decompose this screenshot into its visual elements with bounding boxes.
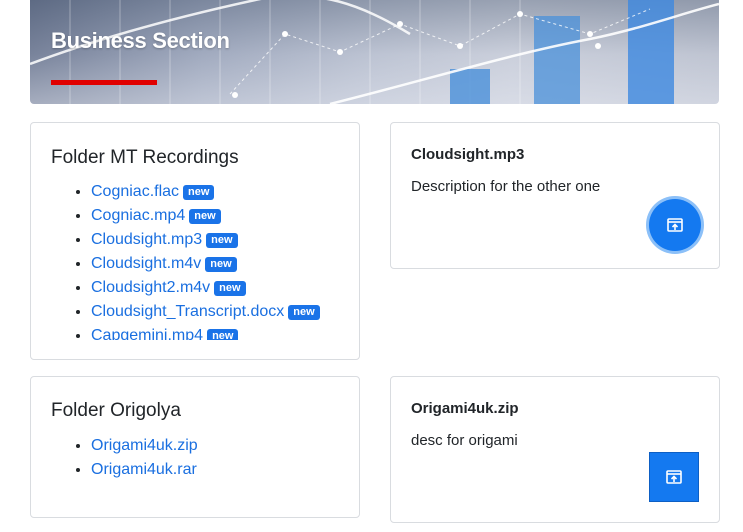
list-item: Cloudsight.mp3 new <box>91 228 349 252</box>
file-link[interactable]: Origami4uk.rar <box>91 461 197 478</box>
banner-title-underline <box>51 80 157 85</box>
new-badge: new <box>183 185 215 200</box>
folder-file-list: Origami4uk.zip Origami4uk.rar <box>51 434 349 484</box>
list-item: Capgemini.mp4 new <box>91 324 349 340</box>
file-detail-card: Cloudsight.mp3 Description for the other… <box>390 122 720 269</box>
folder-card-mt-recordings: Folder MT Recordings Cogniac.flac new Cog… <box>30 122 360 360</box>
file-link[interactable]: Origami4uk.zip <box>91 437 198 454</box>
banner-title: Business Section <box>51 28 230 53</box>
list-item: Cogniac.mp4 new <box>91 204 349 228</box>
file-link[interactable]: Cloudsight.mp3 <box>91 231 202 248</box>
new-badge: new <box>214 281 246 296</box>
folder-file-list[interactable]: Cogniac.flac new Cogniac.mp4 new Cloudsigh… <box>51 180 349 340</box>
file-detail-name: Origami4uk.zip <box>411 400 519 417</box>
new-badge: new <box>205 257 237 272</box>
file-detail-name: Cloudsight.mp3 <box>411 146 525 163</box>
open-external-icon <box>667 218 683 232</box>
new-badge: new <box>206 233 238 248</box>
open-file-button[interactable] <box>649 452 699 502</box>
new-badge: new <box>288 305 320 320</box>
list-item: Cloudsight.m4v new <box>91 252 349 276</box>
file-link[interactable]: Cogniac.flac <box>91 183 179 200</box>
new-badge: new <box>189 209 221 224</box>
business-banner: Business Section <box>30 0 719 104</box>
new-badge: new <box>207 329 239 340</box>
list-item: Cloudsight_Transcript.docx new <box>91 300 349 324</box>
file-link[interactable]: Cogniac.mp4 <box>91 207 185 224</box>
file-link[interactable]: Cloudsight_Transcript.docx <box>91 303 284 320</box>
list-item: Cloudsight2.m4v new <box>91 276 349 300</box>
file-detail-description: Description for the other one <box>411 178 601 195</box>
list-item: Origami4uk.zip <box>91 434 349 458</box>
file-link[interactable]: Cloudsight2.m4v <box>91 279 210 296</box>
folder-title: Folder MT Recordings <box>51 147 239 168</box>
folder-card-origolya: Folder Origolya Origami4uk.zip Origami4u… <box>30 376 360 518</box>
file-detail-card: Origami4uk.zip desc for origami <box>390 376 720 523</box>
open-file-button[interactable] <box>649 199 701 251</box>
open-external-icon <box>666 470 682 484</box>
file-link[interactable]: Cloudsight.m4v <box>91 255 201 272</box>
list-item: Origami4uk.rar <box>91 458 349 482</box>
file-link[interactable]: Capgemini.mp4 <box>91 327 203 340</box>
folder-title: Folder Origolya <box>51 400 181 421</box>
file-detail-description: desc for origami <box>411 432 518 449</box>
list-item: Cogniac.flac new <box>91 180 349 204</box>
